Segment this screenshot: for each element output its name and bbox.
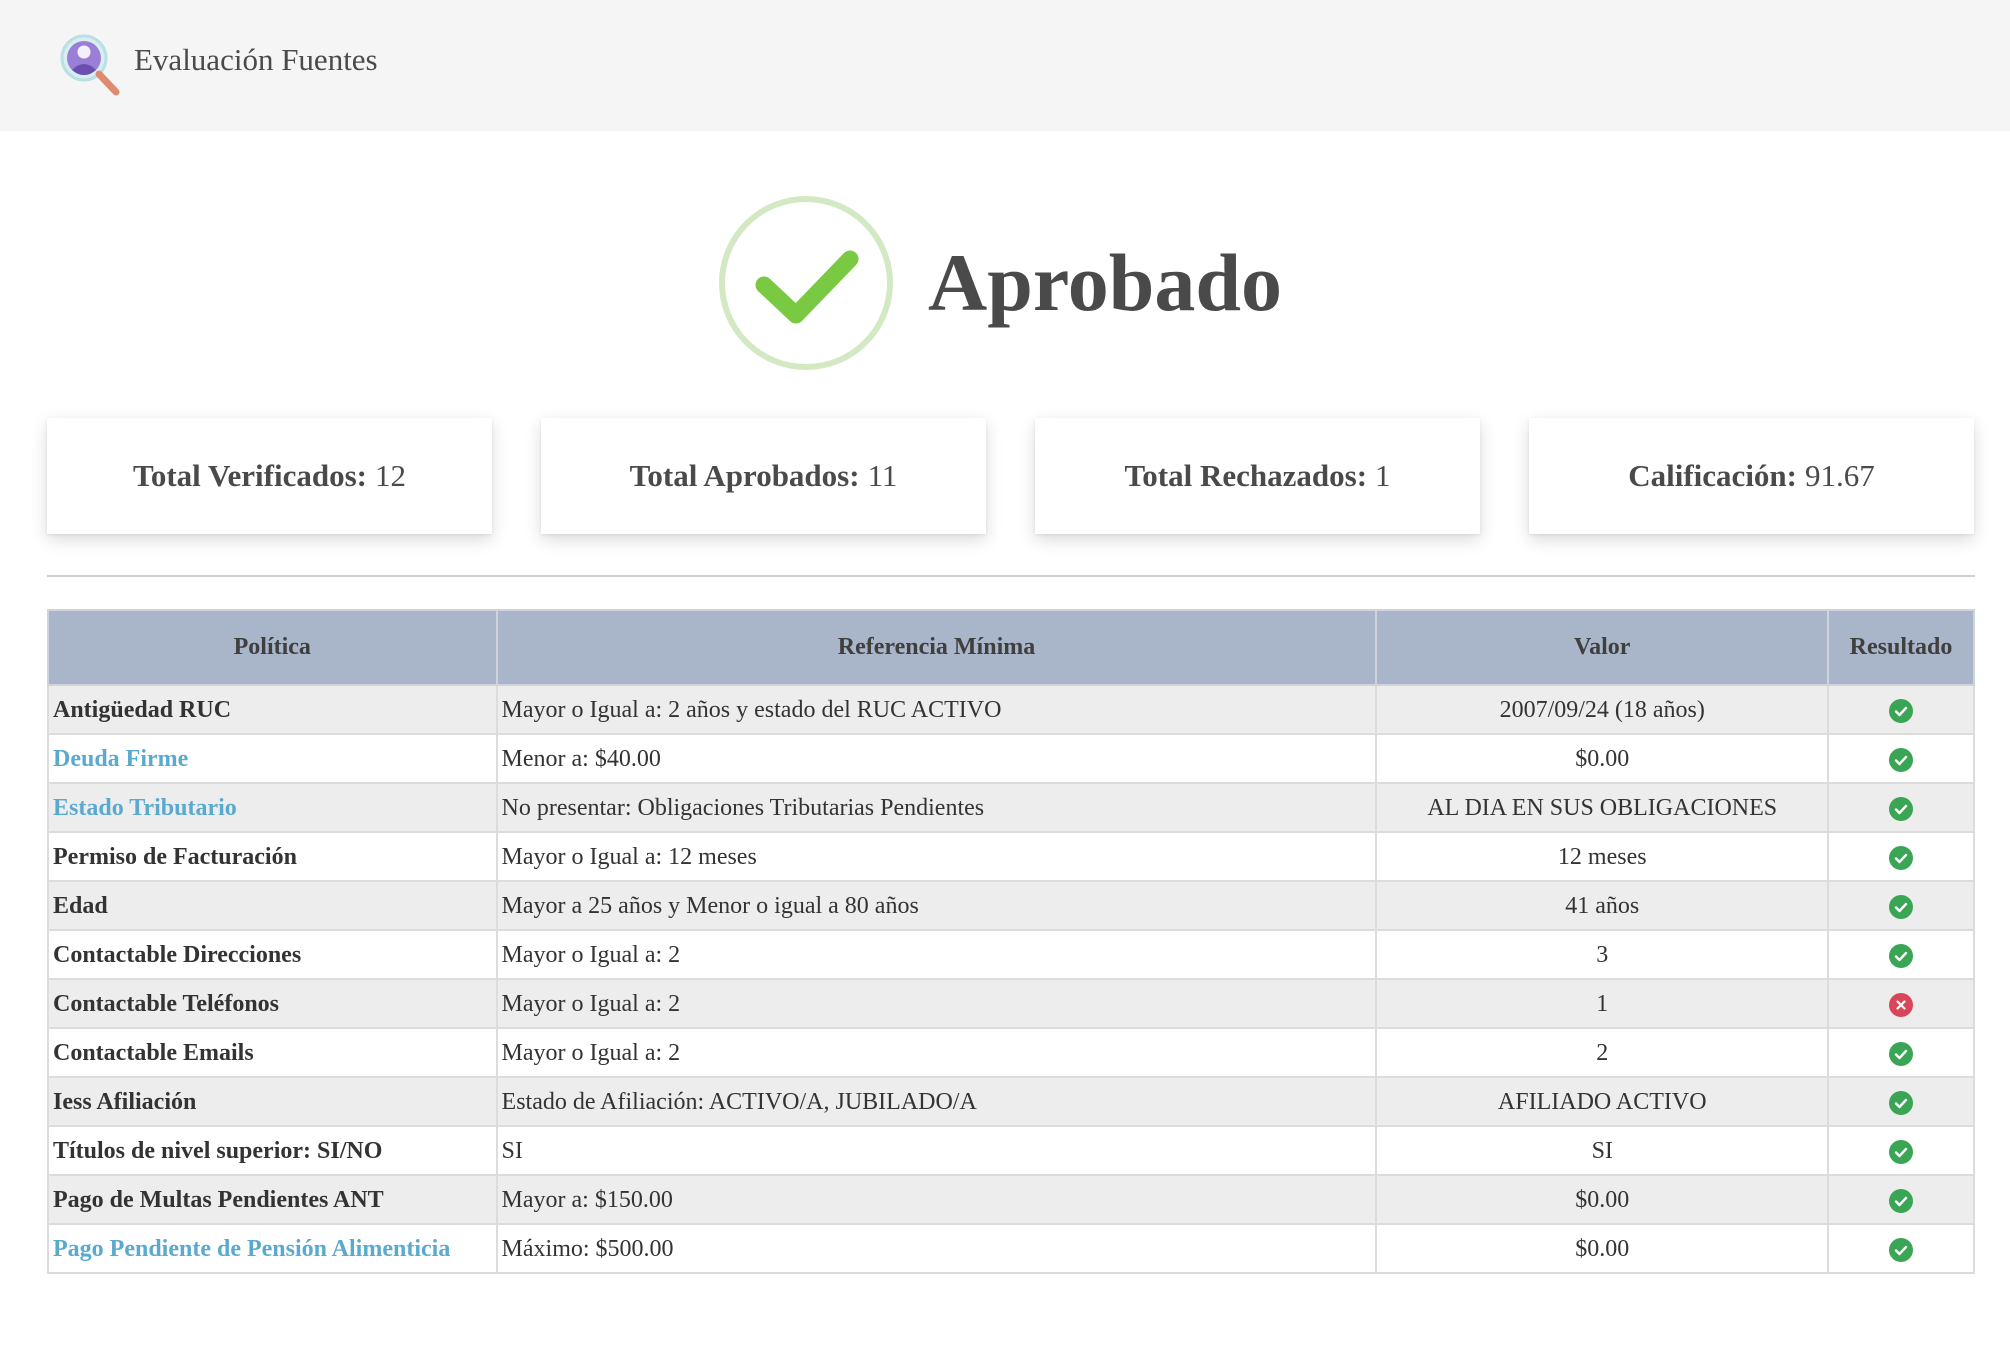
stat-label: Total Rechazados:	[1124, 458, 1368, 493]
policy-link[interactable]: Pago Pendiente de Pensión Alimenticia	[47, 1223, 498, 1274]
result-cell	[1827, 1174, 1975, 1225]
stat-total-rechazados: Total Rechazados: 1	[1035, 418, 1480, 534]
table-row: Contactable Emails Mayor o Igual a: 22	[47, 1027, 1975, 1078]
result-cell	[1827, 1223, 1975, 1274]
table-row: Contactable Teléfonos Mayor o Igual a: 21	[47, 978, 1975, 1029]
result-cell	[1827, 1076, 1975, 1127]
stat-value: 1	[1375, 458, 1391, 493]
value-cell: 1	[1375, 978, 1830, 1029]
value-cell: 12 meses	[1375, 831, 1830, 882]
value-cell: $0.00	[1375, 1223, 1830, 1274]
value-cell: AL DIA EN SUS OBLIGACIONES	[1375, 782, 1830, 833]
policy-name: Antigüedad RUC	[47, 684, 498, 735]
reference-cell: Mayor o Igual a: 2 años y estado del RUC…	[495, 684, 1378, 735]
app-title: Evaluación Fuentes	[134, 42, 378, 77]
stat-value: 91.67	[1805, 458, 1875, 493]
check-circle-icon	[1889, 845, 1914, 870]
value-cell: 2	[1375, 1027, 1830, 1078]
policy-name: Contactable Teléfonos	[47, 978, 498, 1029]
policy-name: Permiso de Facturación	[47, 831, 498, 882]
result-cell	[1827, 831, 1975, 882]
stat-value: 11	[867, 458, 898, 493]
table-row: Deuda Firme Menor a: $40.00 $0.00	[47, 733, 1975, 784]
x-circle-icon	[1889, 992, 1914, 1017]
result-cell	[1827, 929, 1975, 980]
stat-total-aprobados: Total Aprobados: 11	[541, 418, 986, 534]
check-circle-icon	[1889, 1188, 1914, 1213]
column-header-referencia: Referencia Mínima	[495, 609, 1378, 686]
stat-value: 12	[374, 458, 406, 493]
check-circle-icon	[1889, 1041, 1914, 1066]
status-text: Aprobado	[928, 237, 1282, 328]
result-cell	[1827, 733, 1975, 784]
table-header-row: Política Referencia Mínima Valor Resulta…	[47, 609, 1975, 686]
reference-cell: Mayor a 25 años y Menor o igual a 80 año…	[495, 880, 1378, 931]
policy-link[interactable]: Estado Tributario	[47, 782, 498, 833]
reference-cell: Mayor o Igual a: 2	[495, 929, 1378, 980]
result-cell	[1827, 1125, 1975, 1176]
approval-status: Aprobado	[716, 193, 1282, 373]
check-circle-icon	[1889, 747, 1914, 772]
stats-row: Total Verificados: 12 Total Aprobados: 1…	[47, 418, 1975, 534]
table-row: Contactable Direcciones Mayor o Igual a: …	[47, 929, 1975, 980]
stat-label: Total Verificados:	[133, 458, 367, 493]
table-row: Antigüedad RUC Mayor o Igual a: 2 años y …	[47, 684, 1975, 735]
column-header-politica: Política	[47, 609, 498, 686]
result-cell	[1827, 978, 1975, 1029]
result-cell	[1827, 880, 1975, 931]
policies-table: Política Referencia Mínima Valor Resulta…	[47, 609, 1975, 1274]
reference-cell: Máximo: $500.00	[495, 1223, 1378, 1274]
policy-name: Edad	[47, 880, 498, 931]
check-circle-icon	[719, 196, 893, 370]
table-row: Estado Tributario No presentar: Obligacio…	[47, 782, 1975, 833]
stat-label: Calificación:	[1628, 458, 1797, 493]
result-cell	[1827, 684, 1975, 735]
policy-name: Contactable Direcciones	[47, 929, 498, 980]
check-circle-icon	[1889, 698, 1914, 723]
check-circle-icon	[1889, 1237, 1914, 1262]
value-cell: $0.00	[1375, 733, 1830, 784]
value-cell: SI	[1375, 1125, 1830, 1176]
policy-name: Títulos de nivel superior: SI/NO	[47, 1125, 498, 1176]
column-header-valor: Valor	[1375, 609, 1830, 686]
result-cell	[1827, 782, 1975, 833]
reference-cell: Menor a: $40.00	[495, 733, 1378, 784]
value-cell: 3	[1375, 929, 1830, 980]
user-search-icon[interactable]	[54, 30, 124, 100]
column-header-resultado: Resultado	[1827, 609, 1975, 686]
value-cell: 2007/09/24 (18 años)	[1375, 684, 1830, 735]
reference-cell: Estado de Afiliación: ACTIVO/A, JUBILADO…	[495, 1076, 1378, 1127]
policy-name: Pago de Multas Pendientes ANT	[47, 1174, 498, 1225]
top-bar: Evaluación Fuentes	[0, 0, 2010, 131]
value-cell: AFILIADO ACTIVO	[1375, 1076, 1830, 1127]
stat-total-verificados: Total Verificados: 12	[47, 418, 492, 534]
table-row: Pago de Multas Pendientes ANT Mayor a: $1…	[47, 1174, 1975, 1225]
check-circle-icon	[1889, 943, 1914, 968]
table-row: Pago Pendiente de Pensión Alimenticia Máx…	[47, 1223, 1975, 1274]
table-row: Permiso de Facturación Mayor o Igual a: 1…	[47, 831, 1975, 882]
table-row: Títulos de nivel superior: SI/NO SI SI	[47, 1125, 1975, 1176]
reference-cell: Mayor o Igual a: 2	[495, 1027, 1378, 1078]
check-circle-icon	[1889, 796, 1914, 821]
reference-cell: Mayor o Igual a: 2	[495, 978, 1378, 1029]
divider	[47, 575, 1975, 577]
reference-cell: SI	[495, 1125, 1378, 1176]
check-circle-icon	[1889, 1090, 1914, 1115]
table-row: Edad Mayor a 25 años y Menor o igual a 80…	[47, 880, 1975, 931]
policy-link[interactable]: Deuda Firme	[47, 733, 498, 784]
result-cell	[1827, 1027, 1975, 1078]
stat-calificacion: Calificación: 91.67	[1529, 418, 1974, 534]
value-cell: $0.00	[1375, 1174, 1830, 1225]
check-circle-icon	[1889, 894, 1914, 919]
table-row: Iess Afiliación Estado de Afiliación: ACT…	[47, 1076, 1975, 1127]
reference-cell: Mayor o Igual a: 12 meses	[495, 831, 1378, 882]
stat-label: Total Aprobados:	[629, 458, 860, 493]
policy-name: Contactable Emails	[47, 1027, 498, 1078]
policy-name: Iess Afiliación	[47, 1076, 498, 1127]
value-cell: 41 años	[1375, 880, 1830, 931]
reference-cell: Mayor a: $150.00	[495, 1174, 1378, 1225]
check-circle-icon	[1889, 1139, 1914, 1164]
reference-cell: No presentar: Obligaciones Tributarias P…	[495, 782, 1378, 833]
